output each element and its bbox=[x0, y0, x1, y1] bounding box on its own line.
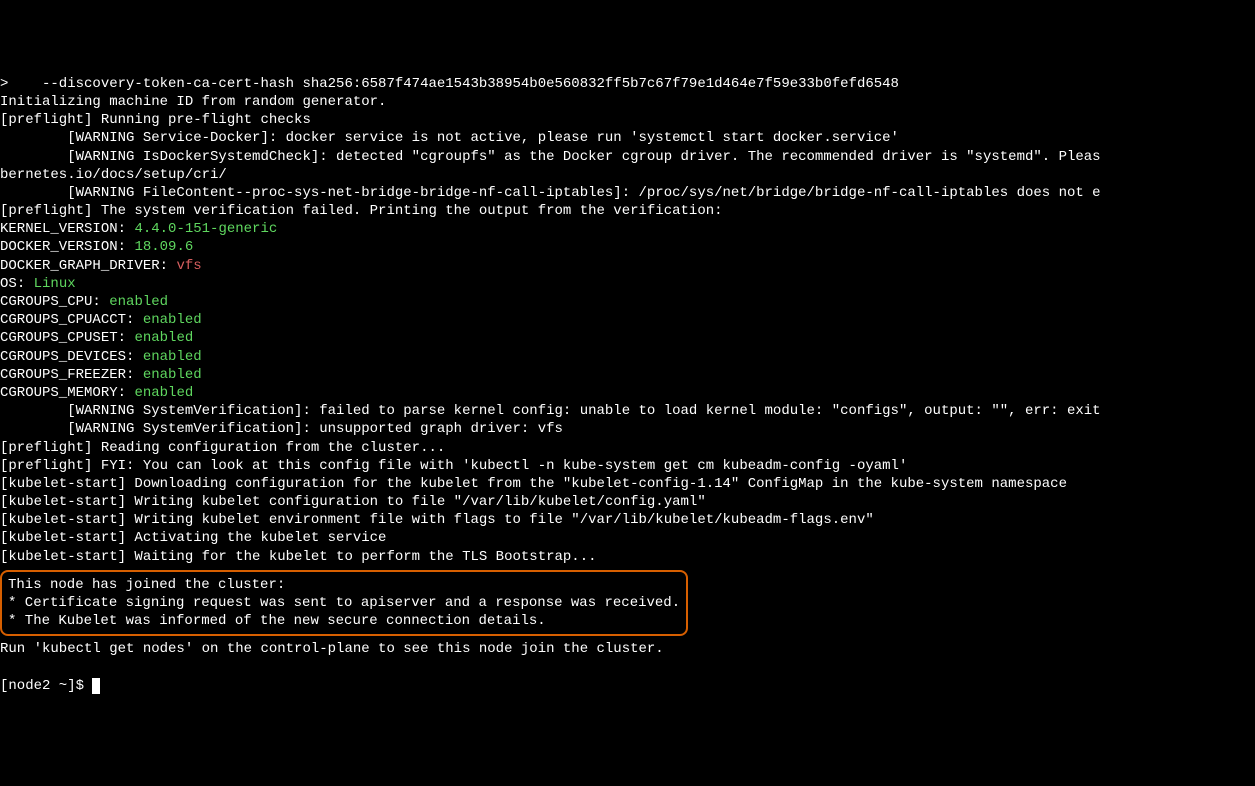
output-line: * Certificate signing request was sent t… bbox=[8, 594, 680, 612]
kv-value: vfs bbox=[176, 258, 201, 274]
kv-label: CGROUPS_DEVICES bbox=[0, 349, 126, 365]
kv-label: DOCKER_VERSION bbox=[0, 239, 118, 255]
output-line: > --discovery-token-ca-cert-hash sha256:… bbox=[0, 75, 1255, 93]
kv-value: 4.4.0-151-generic bbox=[134, 221, 277, 237]
output-line: [kubelet-start] Downloading configuratio… bbox=[0, 475, 1255, 493]
output-line: [preflight] Reading configuration from t… bbox=[0, 439, 1255, 457]
kv-value: enabled bbox=[109, 294, 168, 310]
output-line: [preflight] Running pre-flight checks bbox=[0, 111, 1255, 129]
output-line: [preflight] The system verification fail… bbox=[0, 202, 1255, 220]
output-line: [preflight] FYI: You can look at this co… bbox=[0, 457, 1255, 475]
kv-line: KERNEL_VERSION: 4.4.0-151-generic bbox=[0, 220, 1255, 238]
output-line: bernetes.io/docs/setup/cri/ bbox=[0, 166, 1255, 184]
kv-line: DOCKER_GRAPH_DRIVER: vfs bbox=[0, 257, 1255, 275]
kv-value: enabled bbox=[143, 312, 202, 328]
prompt-line[interactable]: [node2 ~]$ bbox=[0, 677, 1255, 695]
output-line: [WARNING IsDockerSystemdCheck]: detected… bbox=[0, 148, 1255, 166]
output-line: [WARNING SystemVerification]: failed to … bbox=[0, 402, 1255, 420]
kv-line: CGROUPS_DEVICES: enabled bbox=[0, 348, 1255, 366]
kv-label: DOCKER_GRAPH_DRIVER bbox=[0, 258, 160, 274]
output-line: Run 'kubectl get nodes' on the control-p… bbox=[0, 640, 1255, 658]
output-line: [kubelet-start] Waiting for the kubelet … bbox=[0, 548, 1255, 566]
output-line: [WARNING Service-Docker]: docker service… bbox=[0, 129, 1255, 147]
output-line: [WARNING SystemVerification]: unsupporte… bbox=[0, 420, 1255, 438]
kv-line: CGROUPS_CPUACCT: enabled bbox=[0, 311, 1255, 329]
kv-value: 18.09.6 bbox=[134, 239, 193, 255]
output-line: This node has joined the cluster: bbox=[8, 576, 680, 594]
output-line: [kubelet-start] Writing kubelet environm… bbox=[0, 511, 1255, 529]
kv-line: CGROUPS_CPUSET: enabled bbox=[0, 329, 1255, 347]
output-line: [kubelet-start] Writing kubelet configur… bbox=[0, 493, 1255, 511]
kv-value: enabled bbox=[143, 367, 202, 383]
cursor-icon bbox=[92, 678, 100, 694]
kv-line: CGROUPS_MEMORY: enabled bbox=[0, 384, 1255, 402]
highlighted-result-box: This node has joined the cluster:* Certi… bbox=[0, 570, 688, 637]
kv-line: DOCKER_VERSION: 18.09.6 bbox=[0, 238, 1255, 256]
shell-prompt: [node2 ~]$ bbox=[0, 678, 92, 694]
output-line: [WARNING FileContent--proc-sys-net-bridg… bbox=[0, 184, 1255, 202]
kv-line: OS: Linux bbox=[0, 275, 1255, 293]
kv-label: OS bbox=[0, 276, 17, 292]
kv-label: CGROUPS_MEMORY bbox=[0, 385, 118, 401]
output-line: [kubelet-start] Activating the kubelet s… bbox=[0, 529, 1255, 547]
output-line: * The Kubelet was informed of the new se… bbox=[8, 612, 680, 630]
kv-value: enabled bbox=[134, 330, 193, 346]
kv-line: CGROUPS_FREEZER: enabled bbox=[0, 366, 1255, 384]
kv-label: CGROUPS_CPU bbox=[0, 294, 92, 310]
kv-label: CGROUPS_CPUSET bbox=[0, 330, 118, 346]
kv-value: enabled bbox=[134, 385, 193, 401]
kv-label: KERNEL_VERSION bbox=[0, 221, 118, 237]
output-line: Initializing machine ID from random gene… bbox=[0, 93, 1255, 111]
kv-label: CGROUPS_FREEZER bbox=[0, 367, 126, 383]
terminal-output[interactable]: > --discovery-token-ca-cert-hash sha256:… bbox=[0, 75, 1255, 695]
kv-value: enabled bbox=[143, 349, 202, 365]
kv-value: Linux bbox=[34, 276, 76, 292]
kv-line: CGROUPS_CPU: enabled bbox=[0, 293, 1255, 311]
kv-label: CGROUPS_CPUACCT bbox=[0, 312, 126, 328]
